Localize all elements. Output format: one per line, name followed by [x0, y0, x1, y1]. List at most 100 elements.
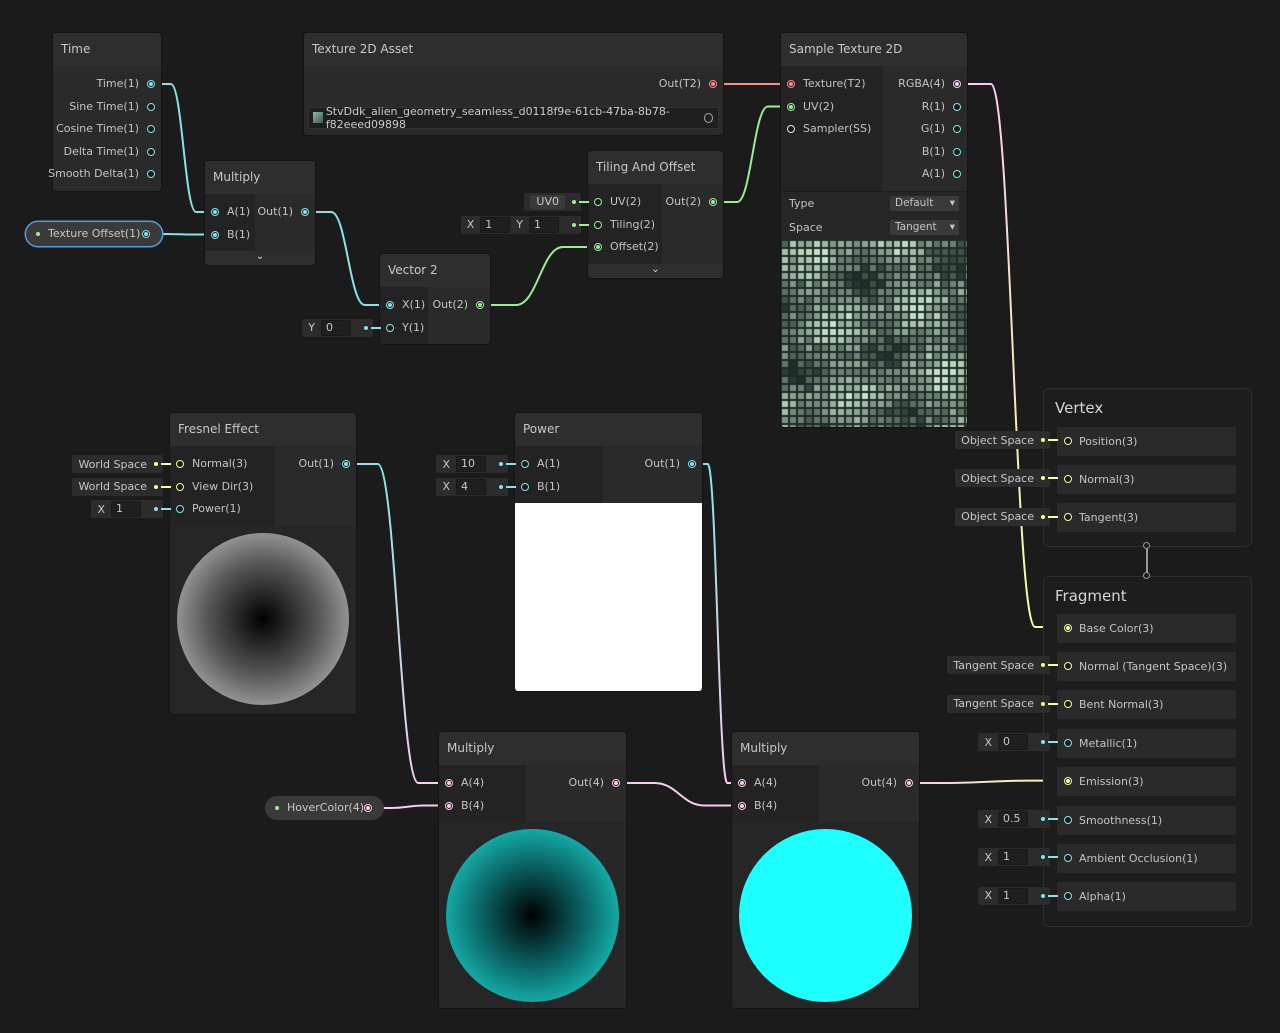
output-port[interactable]: Delta Time(1): [64, 141, 161, 163]
input-port[interactable]: View Dir(3): [170, 476, 253, 498]
output-port[interactable]: Out(4): [568, 772, 626, 794]
node-vector2[interactable]: Vector 2 X(1) Y(1) Out(2): [380, 254, 490, 344]
input-port[interactable]: Normal(3): [170, 453, 247, 475]
node-fresnel[interactable]: Fresnel Effect Normal(3) View Dir(3) Power(…: [170, 413, 356, 714]
port-float-icon[interactable]: [953, 147, 961, 156]
port-vec3-icon[interactable]: [1064, 436, 1072, 445]
input-port[interactable]: A(4): [439, 772, 484, 794]
port-float-icon[interactable]: [1064, 738, 1072, 747]
node-multiply-b[interactable]: Multiply A(4) B(4) Out(4): [439, 732, 626, 1008]
input-port[interactable]: Texture(T2): [781, 73, 866, 95]
edge-multiply_a-out-0-to-vector2-in-0[interactable]: [306, 211, 390, 306]
block-slot[interactable]: Alpha(1): [1057, 882, 1236, 912]
default-input[interactable]: Tangent Space: [947, 656, 1058, 675]
output-port[interactable]: Sine Time(1): [69, 96, 161, 118]
default-input[interactable]: Tangent Space: [947, 694, 1058, 713]
port-vec2-icon[interactable]: [709, 198, 717, 206]
default-value[interactable]: World Space: [78, 480, 147, 493]
node-title[interactable]: Tiling And Offset: [588, 151, 723, 184]
input-port[interactable]: Tiling(2): [588, 214, 655, 236]
input-port[interactable]: A(1): [515, 453, 560, 475]
input-port[interactable]: UV(2): [781, 96, 834, 118]
port-vec3-icon[interactable]: [1064, 623, 1072, 632]
port-texture-icon[interactable]: [787, 80, 795, 88]
port-vec4-icon[interactable]: [612, 779, 620, 787]
port-vec3-icon[interactable]: [1064, 777, 1072, 786]
default-input[interactable]: X1: [91, 500, 171, 518]
output-port[interactable]: Out(4): [861, 772, 919, 794]
port-float-icon[interactable]: [147, 125, 155, 133]
port-float-icon[interactable]: [301, 208, 309, 216]
input-port[interactable]: Power(1): [170, 498, 241, 520]
node-title[interactable]: Texture 2D Asset: [304, 33, 723, 66]
port-float-icon[interactable]: [147, 147, 155, 156]
node-title[interactable]: Multiply: [205, 161, 315, 194]
port-float-icon[interactable]: [1064, 815, 1072, 824]
input-port[interactable]: B(1): [205, 224, 250, 246]
port-float-icon[interactable]: [176, 505, 184, 513]
field-value-input[interactable]: 1: [480, 216, 511, 233]
output-port[interactable]: Out(T2): [659, 73, 723, 95]
port-vec4-icon[interactable]: [445, 779, 453, 787]
node-texture-asset[interactable]: Texture 2D Asset Out(T2) StvDdk_alien_geom…: [304, 33, 723, 135]
setting-dropdown[interactable]: Tangent: [890, 219, 959, 235]
input-port[interactable]: UV(2): [588, 191, 641, 213]
input-port[interactable]: Offset(2): [588, 236, 659, 258]
uv-dropdown[interactable]: UV0: [530, 195, 565, 209]
port-float-icon[interactable]: [147, 102, 155, 111]
default-value[interactable]: Object Space: [961, 510, 1034, 523]
field-value-input[interactable]: 0.5: [998, 811, 1028, 827]
collapse-chevron-icon[interactable]: ⌄: [205, 251, 315, 265]
port-float-icon[interactable]: [953, 170, 961, 178]
edge-tiling_offset-out-0-to-sample_texture-in-1[interactable]: [714, 105, 791, 203]
output-port[interactable]: R(1): [922, 96, 967, 118]
port-vec2-icon[interactable]: [476, 301, 484, 309]
port-vec2-icon[interactable]: [594, 243, 602, 251]
input-port[interactable]: X(1): [380, 294, 425, 316]
default-input[interactable]: Object Space: [955, 469, 1058, 488]
output-port[interactable]: B(1): [922, 141, 967, 163]
port-float-icon[interactable]: [953, 125, 961, 133]
field-value-input[interactable]: 1: [998, 849, 1028, 866]
input-port[interactable]: Sampler(SS): [781, 118, 871, 140]
output-port[interactable]: RGBA(4): [898, 73, 967, 95]
port-vec3-icon[interactable]: [1064, 700, 1072, 709]
output-port[interactable]: Out(2): [432, 294, 490, 316]
node-title[interactable]: Fresnel Effect: [170, 413, 356, 446]
block-slot[interactable]: Ambient Occlusion(1): [1057, 843, 1236, 873]
field-value-input[interactable]: 1: [998, 887, 1028, 904]
edge-fresnel-out-0-to-multiply_b-in-0[interactable]: [347, 463, 449, 784]
node-power[interactable]: Power A(1) B(1) Out(1): [515, 413, 702, 691]
output-port[interactable]: Out(2): [665, 191, 723, 213]
field-value-input[interactable]: 10: [456, 456, 486, 472]
port-vec2-icon[interactable]: [594, 198, 602, 206]
node-time[interactable]: Time Time(1) Sine Time(1) Cosine Time(1) Del…: [48, 33, 161, 191]
port-vec4-icon[interactable]: [738, 801, 746, 810]
default-input[interactable]: World Space: [72, 455, 171, 473]
port-float-icon[interactable]: [211, 230, 219, 239]
default-value[interactable]: Object Space: [961, 434, 1034, 447]
context-fragment[interactable]: Fragment Base Color(3) Normal (Tangent Spa…: [1043, 576, 1252, 927]
default-input[interactable]: X 0.5: [978, 810, 1058, 828]
port-float-icon[interactable]: [1064, 853, 1072, 862]
context-vertex[interactable]: Vertex Position(3) Normal(3) Tangent(3): [1043, 388, 1252, 547]
default-value[interactable]: World Space: [78, 458, 147, 471]
node-title[interactable]: Vector 2: [380, 254, 490, 287]
block-slot[interactable]: Position(3): [1057, 426, 1236, 456]
port-float-icon[interactable]: [688, 460, 696, 468]
edge-multiply_b-out-0-to-multiply_c-in-1[interactable]: [617, 782, 742, 807]
port-vec4-icon[interactable]: [953, 80, 961, 88]
field-value-input[interactable]: 0: [321, 319, 351, 336]
default-input[interactable]: World Space: [72, 477, 171, 496]
port-vec3-icon[interactable]: [1064, 513, 1072, 522]
input-port[interactable]: Y(1): [380, 317, 424, 339]
port-float-icon[interactable]: [147, 170, 155, 178]
default-input[interactable]: Object Space: [955, 431, 1058, 449]
node-tiling-offset[interactable]: Tiling And Offset UV(2) Tiling(2) Offset(2)…: [588, 151, 723, 278]
field-value-input[interactable]: 1: [529, 216, 559, 233]
port-vec4-icon[interactable]: [364, 804, 372, 812]
node-title[interactable]: Multiply: [732, 732, 919, 765]
default-value[interactable]: Tangent Space: [953, 697, 1034, 710]
output-port[interactable]: A(1): [922, 163, 967, 185]
port-vec3-icon[interactable]: [1064, 474, 1072, 483]
